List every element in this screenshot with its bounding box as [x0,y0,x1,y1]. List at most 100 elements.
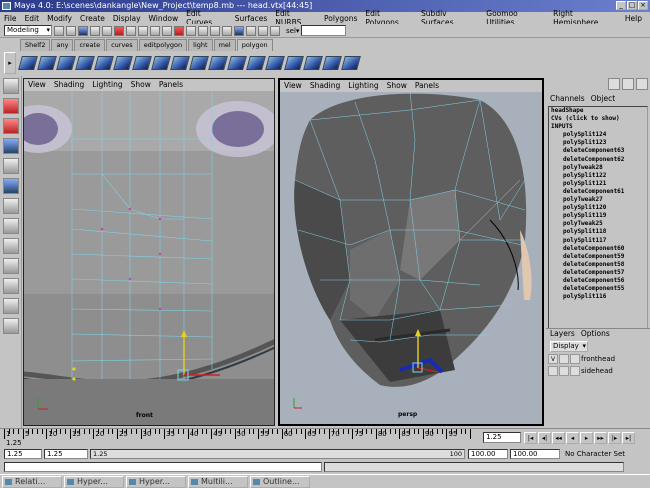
layer-color-swatch[interactable] [570,365,580,376]
shelf-tab-create[interactable]: create [74,39,106,51]
playback-start-field[interactable]: 1.25 [44,449,88,459]
relationship-editor-window[interactable]: Relati... [2,475,62,488]
channel-row[interactable]: polySplit122 [549,172,647,180]
channel-row[interactable]: deleteComponent59 [549,253,647,261]
object-menu[interactable]: Object [591,94,615,105]
menu-file[interactable]: File [4,14,17,23]
menu-create[interactable]: Create [80,14,105,23]
select-deform-icon[interactable] [174,25,184,36]
shelf-tab-shelf2[interactable]: Shelf2 [20,39,51,51]
channel-row[interactable]: polySplit121 [549,180,647,188]
separate-icon[interactable] [189,56,209,70]
select-curve-icon[interactable] [150,25,160,36]
layer-template-toggle[interactable] [559,353,569,364]
layer-type-dropdown[interactable]: Display [550,341,588,352]
new-scene-icon[interactable] [54,25,64,36]
layers-menu[interactable]: Layers [550,329,575,340]
extrude-face-icon[interactable] [94,56,114,70]
channel-row[interactable]: polyTweak27 [549,196,647,204]
layer-visibility-toggle[interactable] [548,365,558,376]
channel-row[interactable]: polySplit123 [549,139,647,147]
end-time-field[interactable]: 100.00 [510,449,560,459]
menu-window[interactable]: Window [149,14,179,23]
layer-name[interactable]: fronthead [581,355,615,363]
menu-polygons[interactable]: Polygons [324,14,357,23]
channel-row[interactable]: polySplit116 [549,293,647,301]
maya-app-icon[interactable] [2,2,11,10]
merge-vertices-icon[interactable] [132,56,152,70]
lasso-tool-icon[interactable] [2,98,19,114]
single-pane-layout-icon[interactable] [2,218,19,234]
layer-template-toggle[interactable] [559,365,569,376]
channel-row[interactable]: polySplit119 [549,212,647,220]
channel-row[interactable]: deleteComponent61 [549,188,647,196]
snap-curve-icon[interactable] [198,25,208,36]
maximize-button[interactable]: □ [627,1,637,10]
poly-sphere-icon[interactable] [37,56,57,70]
front-viewport[interactable]: View Shading Lighting Show Panels front [23,78,275,426]
poly-cylinder-icon[interactable] [75,56,95,70]
outliner-window[interactable]: Outline... [250,475,310,488]
selection-field[interactable] [301,25,347,36]
render-globals-icon[interactable] [270,25,280,36]
layer-row[interactable]: V fronthead [548,353,648,364]
menu-display[interactable]: Display [113,14,141,23]
close-button[interactable]: × [638,1,648,10]
open-scene-icon[interactable] [66,25,76,36]
shelf-tab-curves[interactable]: curves [106,39,138,51]
history-icon[interactable] [234,25,244,36]
front-menu-panels[interactable]: Panels [159,79,183,91]
channel-row[interactable]: deleteComponent62 [549,156,647,164]
channels-menu[interactable]: Channels [550,94,585,105]
snap-view-icon[interactable] [222,25,232,36]
bevel-icon[interactable] [322,56,342,70]
manipulator-tool-icon[interactable] [2,178,19,194]
channel-row[interactable]: deleteComponent60 [549,245,647,253]
combine-icon[interactable] [170,56,190,70]
persp-menu-panels[interactable]: Panels [415,80,439,92]
persp-viewport[interactable]: View Shading Lighting Show Panels persp [278,78,544,426]
time-slider[interactable]: 1 5 10 15 20 25 30 35 40 45 50 55 60 65 70 75 80 85 90 95 1.… [0,428,650,448]
play-forward-button[interactable]: ▸ [580,432,593,444]
select-joint-icon[interactable] [138,25,148,36]
menu-edit[interactable]: Edit [25,14,40,23]
layer-name[interactable]: sidehead [581,367,613,375]
channel-row[interactable]: deleteComponent57 [549,269,647,277]
channel-row[interactable]: deleteComponent56 [549,277,647,285]
channel-row[interactable]: polySplit120 [549,204,647,212]
go-to-end-button[interactable]: ▸| [622,432,635,444]
mode-selector[interactable]: Modeling [4,25,52,36]
menu-modify[interactable]: Modify [47,14,72,23]
channel-row[interactable]: deleteComponent58 [549,261,647,269]
shelf-tab-editpolygon[interactable]: editpolygon [138,39,188,51]
channel-box-toggle-icon[interactable] [608,78,620,90]
layer-color-swatch[interactable] [570,353,580,364]
layer-visibility-toggle[interactable]: V [548,353,558,364]
command-input[interactable] [4,462,322,472]
persp-menu-show[interactable]: Show [387,80,407,92]
multilister-window[interactable]: Multili... [188,475,248,488]
hypershade-window[interactable]: Hyper... [126,475,186,488]
step-forward-key-button[interactable]: |▸ [608,432,621,444]
channel-row[interactable]: headShape [549,107,647,115]
append-polygon-icon[interactable] [227,56,247,70]
menu-surfaces[interactable]: Surfaces [235,14,267,23]
play-backward-button[interactable]: ◂ [566,432,579,444]
hypergraph-window[interactable]: Hyper... [64,475,124,488]
select-surface-icon[interactable] [162,25,172,36]
move-tool-icon[interactable] [2,118,19,134]
graph-layout-icon[interactable] [2,298,19,314]
menu-help[interactable]: Help [625,14,642,23]
front-menu-view[interactable]: View [28,79,46,91]
minimize-button[interactable]: _ [616,1,626,10]
step-forward-button[interactable]: ▸▸ [594,432,607,444]
ipr-render-icon[interactable] [258,25,268,36]
render-icon[interactable] [246,25,256,36]
step-back-button[interactable]: ◂◂ [552,432,565,444]
channel-row[interactable]: polySplit118 [549,228,647,236]
delete-edge-icon[interactable] [303,56,323,70]
channel-row[interactable]: deleteComponent63 [549,147,647,155]
soften-edge-icon[interactable] [246,56,266,70]
channel-row[interactable]: polySplit124 [549,131,647,139]
select-hierarchy-icon[interactable] [90,25,100,36]
